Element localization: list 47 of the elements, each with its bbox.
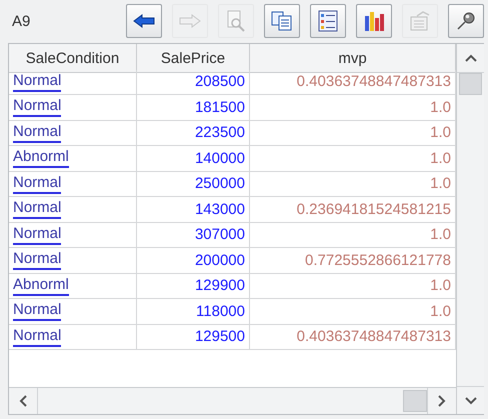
- properties-icon: [409, 10, 431, 32]
- cell-link[interactable]: Normal: [13, 301, 62, 322]
- back-button[interactable]: [126, 4, 162, 38]
- table-cell: 223500: [137, 120, 250, 146]
- table-cell: 143000: [137, 197, 250, 222]
- column-header[interactable]: SalePrice: [137, 44, 250, 73]
- cell-link[interactable]: Normal: [13, 97, 62, 118]
- horizontal-scrollbar[interactable]: [9, 387, 456, 414]
- pushpin-icon: [456, 11, 476, 31]
- cell-link[interactable]: Normal: [13, 224, 62, 245]
- scrollbar-thumb[interactable]: [403, 390, 427, 412]
- down-caret-icon[interactable]: [464, 396, 476, 404]
- bar-chart-icon: [363, 10, 385, 32]
- pin-button[interactable]: [448, 4, 484, 38]
- copy-button[interactable]: [264, 4, 300, 38]
- cell-link[interactable]: Normal: [13, 174, 62, 194]
- up-caret-icon[interactable]: [464, 54, 476, 62]
- right-caret-icon[interactable]: [438, 395, 446, 407]
- right-arrow-icon: [179, 14, 201, 28]
- vertical-scrollbar[interactable]: [456, 44, 484, 414]
- column-header[interactable]: SaleCondition: [9, 44, 137, 73]
- table-cell: 118000: [137, 299, 250, 324]
- chart-button[interactable]: [356, 4, 392, 38]
- page-magnifier-icon: [226, 10, 246, 32]
- table-cell: 140000: [137, 146, 250, 172]
- list-button[interactable]: [310, 4, 346, 38]
- copy-icon: [271, 11, 293, 31]
- table-cell: 200000: [137, 248, 250, 274]
- cell-link[interactable]: Abnorml: [13, 276, 69, 296]
- cell-link[interactable]: Normal: [13, 326, 62, 347]
- table-cell: 181500: [137, 95, 250, 120]
- cell-link[interactable]: Normal: [13, 72, 62, 92]
- table-cell: 208500: [137, 70, 250, 95]
- table-cell: 129900: [137, 274, 250, 299]
- table-cell: 250000: [137, 172, 250, 197]
- scrollbar-thumb[interactable]: [459, 73, 482, 95]
- left-arrow-icon: [133, 14, 155, 28]
- list-icon: [318, 10, 338, 32]
- column-header[interactable]: mvp: [250, 44, 456, 73]
- cell-link[interactable]: Normal: [13, 122, 62, 143]
- table-cell: 307000: [137, 222, 250, 248]
- cell-link[interactable]: Abnorml: [13, 148, 69, 168]
- cell-link[interactable]: Normal: [13, 250, 62, 270]
- cell-link[interactable]: Normal: [13, 199, 62, 220]
- cell-name: A9: [12, 12, 32, 30]
- table-cell: 129500: [137, 324, 250, 350]
- left-caret-icon[interactable]: [19, 395, 27, 407]
